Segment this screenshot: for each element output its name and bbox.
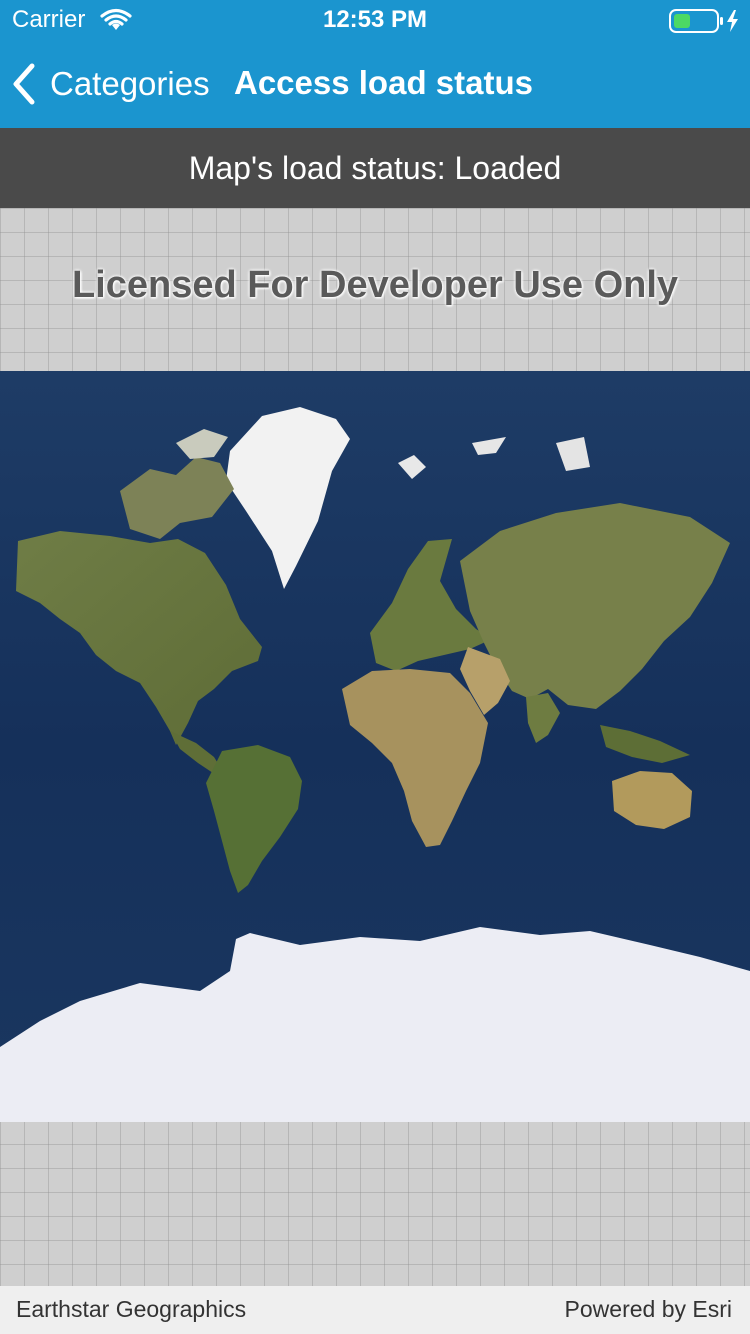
license-watermark: Licensed For Developer Use Only bbox=[71, 264, 679, 306]
battery-charging-icon bbox=[669, 9, 738, 33]
status-bar: Carrier 12:53 PM bbox=[0, 0, 750, 40]
back-button[interactable]: Categories bbox=[10, 62, 210, 106]
chevron-left-icon bbox=[13, 63, 35, 105]
header: Carrier 12:53 PM Categories Access load … bbox=[0, 0, 750, 128]
attribution-text: Earthstar Geographics bbox=[16, 1296, 247, 1322]
powered-by-text: Powered by Esri bbox=[564, 1296, 732, 1322]
world-imagery-basemap bbox=[0, 371, 750, 1122]
load-status-banner: Map's load status: Loaded bbox=[0, 128, 750, 208]
page-title: Access load status bbox=[234, 64, 533, 101]
navigation-bar: Categories Access load status bbox=[0, 40, 750, 128]
clock: 12:53 PM bbox=[322, 6, 428, 33]
map-view[interactable]: Licensed For Developer Use Only bbox=[0, 208, 750, 1286]
attribution-bar: Earthstar Geographics Powered by Esri bbox=[0, 1286, 750, 1334]
app-screen: Carrier 12:53 PM Categories Access load … bbox=[0, 0, 750, 1334]
back-button-label: Categories bbox=[50, 65, 210, 102]
